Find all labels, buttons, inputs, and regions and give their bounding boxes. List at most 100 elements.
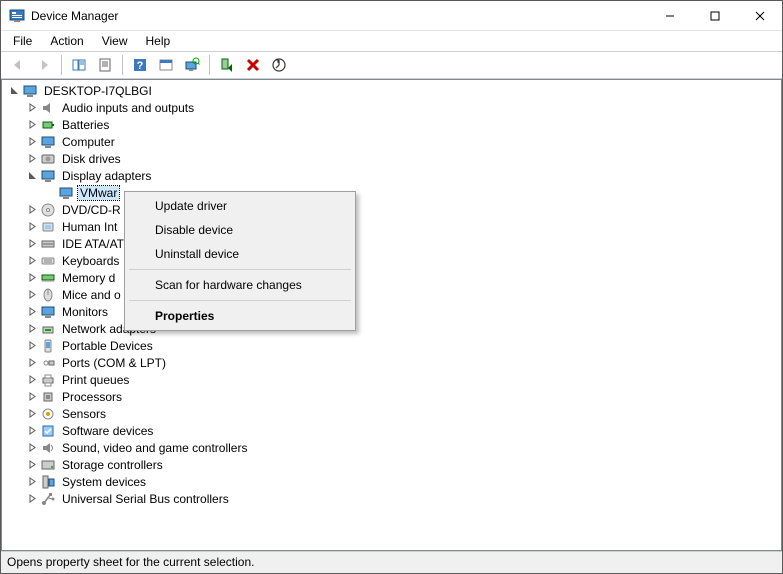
tree-category-node[interactable]: Keyboards [2, 252, 781, 269]
tree-category-node[interactable]: Print queues [2, 371, 781, 388]
printer-icon [40, 372, 56, 388]
tree-node-label: Processors [60, 390, 124, 404]
tree-node-label: Universal Serial Bus controllers [60, 492, 231, 506]
computer-icon [22, 83, 38, 99]
tree-category-node[interactable]: Storage controllers [2, 456, 781, 473]
expander-icon[interactable] [24, 134, 40, 150]
tree-node-label: VMwar [78, 186, 119, 200]
ctx-disable-device[interactable]: Disable device [127, 218, 353, 242]
tree-node-label: Software devices [60, 424, 155, 438]
tree-category-node[interactable]: Network adapters [2, 320, 781, 337]
enable-button[interactable] [215, 54, 239, 76]
tree-category-node[interactable]: Ports (COM & LPT) [2, 354, 781, 371]
expander-icon[interactable] [24, 423, 40, 439]
minimize-button[interactable] [647, 1, 692, 30]
help-button[interactable]: ? [128, 54, 152, 76]
expander-icon[interactable] [24, 440, 40, 456]
window-title: Device Manager [31, 9, 647, 23]
expander-icon[interactable] [24, 270, 40, 286]
expander-icon[interactable] [24, 355, 40, 371]
tree-device-node[interactable]: VMwar [2, 184, 781, 201]
expander-icon[interactable] [24, 151, 40, 167]
expander-icon[interactable] [24, 338, 40, 354]
memory-icon [40, 270, 56, 286]
expander-icon[interactable] [24, 321, 40, 337]
tree-category-node[interactable]: Processors [2, 388, 781, 405]
tree-node-label: DVD/CD-R [60, 203, 123, 217]
expander-icon[interactable] [24, 100, 40, 116]
tree-node-label: Sound, video and game controllers [60, 441, 249, 455]
forward-button[interactable] [32, 54, 56, 76]
ctx-properties[interactable]: Properties [127, 304, 353, 328]
tree-category-node[interactable]: Monitors [2, 303, 781, 320]
tree-category-node[interactable]: Human Int [2, 218, 781, 235]
tree-node-label: Keyboards [60, 254, 121, 268]
expander-icon[interactable] [24, 304, 40, 320]
tree-category-node[interactable]: Display adapters [2, 167, 781, 184]
tree-category-node[interactable]: Disk drives [2, 150, 781, 167]
expander-icon[interactable] [24, 406, 40, 422]
expander-icon[interactable] [24, 372, 40, 388]
tree-node-label: Memory d [60, 271, 117, 285]
expander-icon[interactable] [24, 236, 40, 252]
action-button[interactable] [154, 54, 178, 76]
tree-category-node[interactable]: Mice and o [2, 286, 781, 303]
tree-node-label: Monitors [60, 305, 110, 319]
ctx-uninstall-device[interactable]: Uninstall device [127, 242, 353, 266]
expander-icon[interactable] [24, 474, 40, 490]
tree-root-node[interactable]: DESKTOP-I7QLBGI [2, 82, 781, 99]
display-icon [40, 168, 56, 184]
scan-button[interactable] [180, 54, 204, 76]
ctx-scan-hardware[interactable]: Scan for hardware changes [127, 273, 353, 297]
tree-category-node[interactable]: Software devices [2, 422, 781, 439]
tree-node-label: Computer [60, 135, 117, 149]
update-button[interactable] [267, 54, 291, 76]
uninstall-button[interactable] [241, 54, 265, 76]
context-menu: Update driver Disable device Uninstall d… [124, 191, 356, 331]
tree-node-label: IDE ATA/AT [60, 237, 126, 251]
tree-node-label: Print queues [60, 373, 131, 387]
tree-node-label: Display adapters [60, 169, 153, 183]
tree-category-node[interactable]: Audio inputs and outputs [2, 99, 781, 116]
properties-button[interactable] [93, 54, 117, 76]
expander-icon[interactable] [24, 117, 40, 133]
toolbar-separator [209, 55, 210, 75]
disk-icon [40, 151, 56, 167]
tree-category-node[interactable]: Memory d [2, 269, 781, 286]
expander-spacer [42, 185, 58, 201]
ctx-update-driver[interactable]: Update driver [127, 194, 353, 218]
expander-icon[interactable] [24, 287, 40, 303]
status-text: Opens property sheet for the current sel… [7, 555, 254, 569]
expander-icon[interactable] [24, 389, 40, 405]
tree-category-node[interactable]: Sound, video and game controllers [2, 439, 781, 456]
keyboard-icon [40, 253, 56, 269]
tree-category-node[interactable]: System devices [2, 473, 781, 490]
maximize-button[interactable] [692, 1, 737, 30]
display-icon [58, 185, 74, 201]
tree-category-node[interactable]: Batteries [2, 116, 781, 133]
close-button[interactable] [737, 1, 782, 30]
menu-view[interactable]: View [94, 32, 136, 50]
menu-action[interactable]: Action [42, 32, 91, 50]
tree-category-node[interactable]: Sensors [2, 405, 781, 422]
menu-file[interactable]: File [5, 32, 40, 50]
expander-icon[interactable] [24, 457, 40, 473]
tree-category-node[interactable]: DVD/CD-R [2, 201, 781, 218]
expander-icon[interactable] [24, 219, 40, 235]
expander-icon[interactable] [6, 83, 22, 99]
expander-icon[interactable] [24, 202, 40, 218]
menu-help[interactable]: Help [138, 32, 179, 50]
expander-icon[interactable] [24, 168, 40, 184]
expander-icon[interactable] [24, 491, 40, 507]
audio-icon [40, 100, 56, 116]
tree-category-node[interactable]: Portable Devices [2, 337, 781, 354]
tree-category-node[interactable]: IDE ATA/AT [2, 235, 781, 252]
show-hide-console-button[interactable] [67, 54, 91, 76]
tree-node-label: Mice and o [60, 288, 123, 302]
system-icon [40, 474, 56, 490]
expander-icon[interactable] [24, 253, 40, 269]
tree-category-node[interactable]: Computer [2, 133, 781, 150]
device-tree[interactable]: DESKTOP-I7QLBGI Audio inputs and outputs… [1, 79, 782, 551]
tree-category-node[interactable]: Universal Serial Bus controllers [2, 490, 781, 507]
back-button[interactable] [6, 54, 30, 76]
